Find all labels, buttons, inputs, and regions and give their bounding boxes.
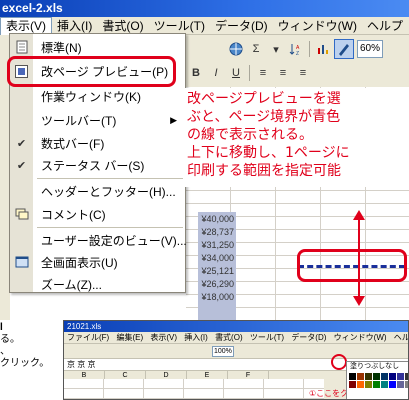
annotation-text: 改ページプレビューを選 ぶと、ページ境界が青色 の線で表示される。 上下に移動し…: [183, 88, 409, 187]
menu-item-header-footer[interactable]: ヘッダーとフッター(H)...: [10, 181, 185, 201]
inset-menu-item: ウィンドウ(W): [333, 333, 387, 342]
sum-icon[interactable]: Σ: [247, 40, 265, 58]
align-right-icon[interactable]: ≡: [294, 64, 312, 82]
inset-menu-item: 挿入(I): [184, 333, 208, 342]
inset-menu-item: 表示(V): [150, 333, 178, 342]
annotation-line: の線で表示される。: [187, 127, 313, 143]
text-fragment: 、: [0, 346, 10, 357]
drawing-icon[interactable]: [334, 39, 354, 59]
menu-item-label: ステータス バー(S): [41, 158, 145, 173]
menu-item-label: ユーザー設定のビュー(V)...: [41, 233, 187, 248]
color-swatches: [347, 372, 408, 389]
check-icon: ✔: [16, 137, 27, 150]
text-fragment: クリック。: [0, 358, 50, 369]
inset-toolbar: 100%: [64, 344, 408, 359]
inset-menu-item: 書式(O): [215, 333, 243, 342]
menu-window[interactable]: ウィンドウ(W): [273, 18, 362, 34]
menu-item-label: 作業ウィンドウ(K): [41, 89, 141, 104]
annotation-line: 印刷する範囲を指定可能: [187, 163, 341, 179]
arrow-down-icon: [353, 296, 365, 306]
chevron-down-icon[interactable]: ▾: [267, 40, 285, 58]
chart-icon[interactable]: [314, 40, 332, 58]
menu-data[interactable]: データ(D): [210, 18, 273, 34]
window-title: excel-2.xls: [2, 1, 63, 15]
menu-item-label: 数式バー(F): [41, 136, 105, 151]
amount-cell[interactable]: ¥40,000: [201, 214, 234, 224]
align-left-icon[interactable]: ≡: [254, 64, 272, 82]
window-title-bar: excel-2.xls: [0, 0, 409, 17]
menu-item-label: 全画面表示(U): [41, 255, 118, 270]
inset-title-bar: 21021.xls: [64, 321, 408, 332]
italic-icon[interactable]: I: [207, 64, 225, 82]
amount-cell[interactable]: ¥25,121: [201, 266, 234, 276]
amount-cell[interactable]: ¥31,250: [201, 240, 234, 250]
menu-insert[interactable]: 挿入(I): [52, 18, 97, 34]
annotation-line: 改ページプレビューを選: [187, 91, 341, 107]
underline-icon[interactable]: U: [227, 64, 245, 82]
page-break-preview-highlight: [7, 56, 176, 87]
annotation-line: 上下に移動し、1ページに: [187, 145, 350, 161]
inset-menu-bar: ファイル(F) 編集(E) 表示(V) 挿入(I) 書式(O) ツール(T) デ…: [64, 332, 408, 344]
inset-highlight-circle: [331, 354, 347, 370]
inset-menu-item: ツール(T): [249, 333, 285, 342]
inset-palette-title: 塗りつぶしなし: [350, 363, 400, 370]
amount-cell[interactable]: ¥34,000: [201, 253, 234, 263]
menu-item-full-screen[interactable]: 全画面表示(U): [10, 252, 185, 272]
toolbar-separator: [249, 65, 250, 81]
menu-item-label: コメント(C): [41, 207, 106, 222]
page-icon: [10, 37, 33, 57]
check-icon: ✔: [16, 159, 27, 172]
menu-item-zoom[interactable]: ズーム(Z)...: [10, 274, 185, 294]
toolbar-separator: [309, 41, 310, 57]
menu-item-comments[interactable]: コメント(C): [10, 204, 185, 224]
zoom-select[interactable]: 60%: [357, 40, 384, 58]
full-screen-icon: [10, 252, 33, 272]
menu-item-label: 標準(N): [41, 40, 82, 55]
menu-item-toolbars[interactable]: ツールバー(T) ▶: [10, 110, 185, 130]
left-text-fragments: l る。 、 クリック。: [0, 322, 60, 370]
text-fragment: l: [0, 322, 3, 333]
menu-item-label: ツールバー(T): [41, 113, 117, 128]
amount-cell[interactable]: ¥18,000: [201, 292, 234, 302]
menu-item-custom-views[interactable]: ユーザー設定のビュー(V)...: [10, 230, 187, 250]
svg-text:Z: Z: [296, 51, 299, 56]
menu-item-formula-bar[interactable]: ✔ 数式バー(F): [10, 133, 185, 153]
amount-cell[interactable]: ¥26,290: [201, 279, 234, 289]
align-center-icon[interactable]: ≡: [274, 64, 292, 82]
menu-item-label: ズーム(Z)...: [41, 277, 102, 292]
amount-column: ¥40,000 ¥28,737 ¥31,250 ¥34,000 ¥25,121 …: [198, 212, 236, 320]
menu-item-task-pane[interactable]: 作業ウィンドウ(K): [10, 86, 185, 106]
inset-screenshot: 21021.xls ファイル(F) 編集(E) 表示(V) 挿入(I) 書式(O…: [63, 320, 409, 400]
menu-format[interactable]: 書式(O): [97, 18, 148, 34]
amount-cell[interactable]: ¥28,737: [201, 227, 234, 237]
text-fragment: る。: [0, 334, 20, 345]
inset-grid: [64, 379, 324, 399]
inset-menu-item: データ(D): [291, 333, 327, 342]
standard-toolbar: Σ ▾ AZ 60% B I U ≡ ≡ ≡: [186, 35, 409, 88]
menu-tools[interactable]: ツール(T): [149, 18, 210, 34]
bold-icon[interactable]: B: [187, 64, 205, 82]
annotation-line: ぶと、ページ境界が青色: [187, 109, 341, 125]
globe-icon[interactable]: [227, 40, 245, 58]
menu-separator: [37, 178, 183, 179]
menu-help[interactable]: ヘルプ: [362, 18, 408, 34]
inset-menu-item: 編集(E): [116, 333, 144, 342]
menu-item-status-bar[interactable]: ✔ ステータス バー(S): [10, 155, 185, 175]
menu-item-normal[interactable]: 標準(N): [10, 37, 185, 57]
sort-icon[interactable]: AZ: [287, 40, 305, 58]
inset-zoom-select: 100%: [212, 346, 234, 357]
inset-menu-item: ヘルプ(H): [393, 333, 409, 342]
comment-icon: [10, 204, 33, 224]
page-break-highlight: [297, 249, 407, 282]
inset-color-palette: 塗りつぶしなし: [346, 361, 408, 399]
menu-separator: [37, 227, 183, 228]
menu-item-label: ヘッダーとフッター(H)...: [41, 184, 176, 199]
submenu-arrow-icon: ▶: [170, 114, 177, 125]
inset-menu-item: ファイル(F): [67, 333, 110, 342]
